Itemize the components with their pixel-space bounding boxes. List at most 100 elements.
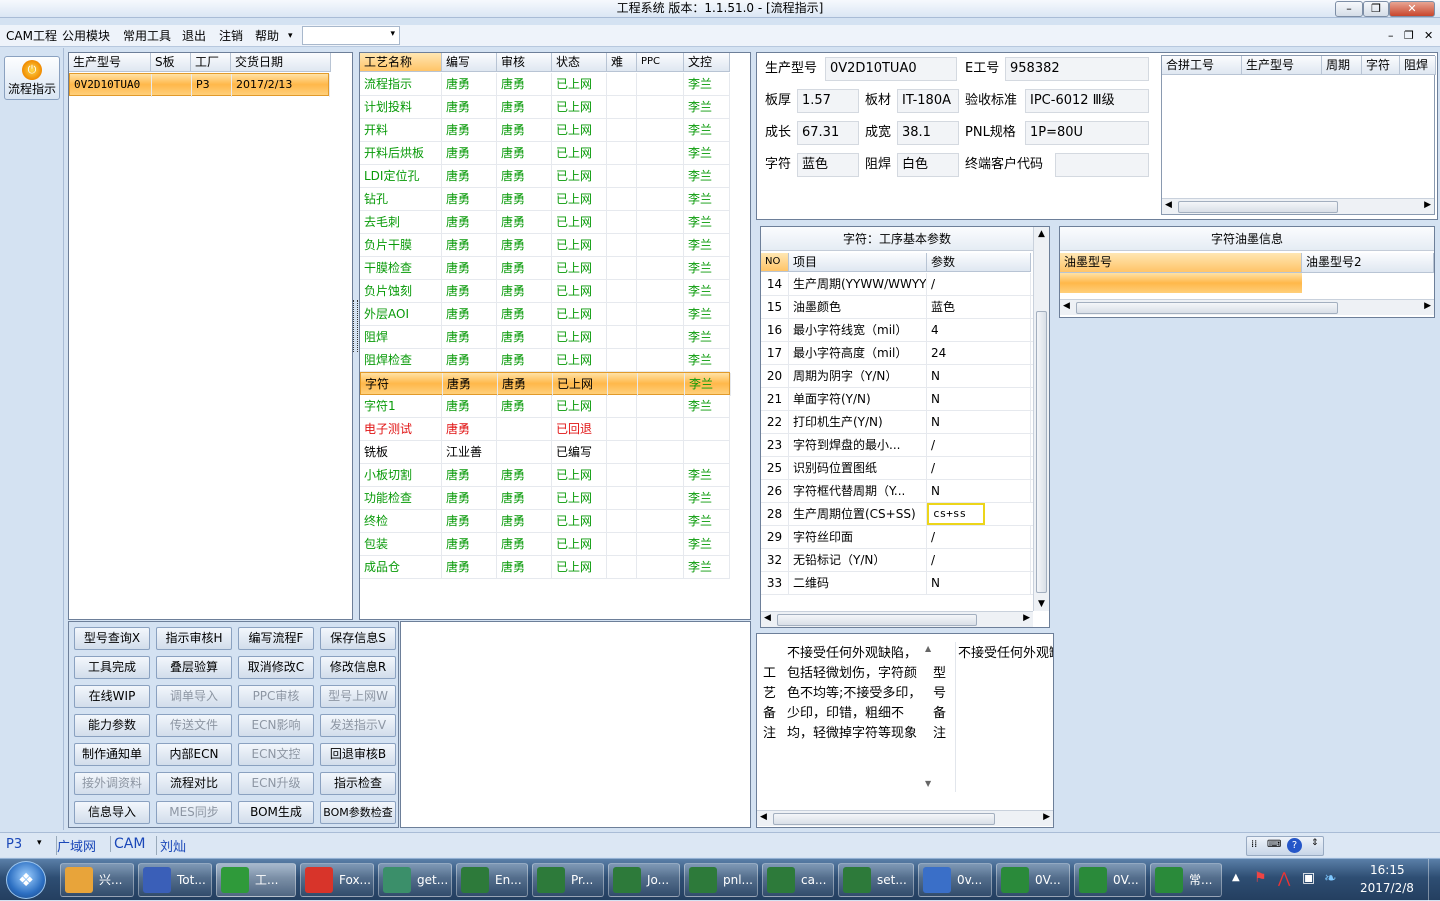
action-button-6-0[interactable]: 信息导入 bbox=[74, 801, 150, 824]
col-header-reviewer[interactable]: 审核 bbox=[497, 53, 552, 72]
factory-status[interactable]: P3 bbox=[6, 837, 22, 852]
language-bar[interactable]: ⁞⁞ ⌨ ? ⇕ bbox=[1246, 836, 1324, 856]
col-header-sboard[interactable]: S板 bbox=[151, 53, 191, 72]
keyboard-icon[interactable]: ⌨ bbox=[1267, 839, 1281, 850]
scroll-up-icon[interactable]: ▲ bbox=[1038, 229, 1045, 239]
table-row[interactable]: 32 无铅标记（Y/N） / bbox=[761, 549, 1033, 572]
param-value-cell[interactable]: N bbox=[927, 480, 1031, 503]
param-value-cell[interactable]: / bbox=[927, 273, 1031, 296]
table-row[interactable]: 计划投料 唐勇 唐勇 已上网 李兰 bbox=[360, 96, 730, 119]
scroll-left-icon[interactable]: ◀ bbox=[760, 812, 767, 822]
taskbar-item-0[interactable]: 兴... bbox=[60, 863, 134, 897]
taskbar-item-5[interactable]: En... bbox=[456, 863, 528, 897]
action-button-4-3[interactable]: 回退审核B bbox=[320, 743, 396, 766]
menu-tools[interactable]: 常用工具 bbox=[123, 28, 171, 44]
table-row[interactable]: 字符1 唐勇 唐勇 已上网 李兰 bbox=[360, 395, 730, 418]
table-row[interactable]: 钻孔 唐勇 唐勇 已上网 李兰 bbox=[360, 188, 730, 211]
action-button-5-0[interactable]: 接外调资料 bbox=[74, 772, 150, 795]
col-header-combine-cycle[interactable]: 周期 bbox=[1322, 56, 1362, 75]
action-button-0-3[interactable]: 保存信息S bbox=[320, 627, 396, 650]
table-row[interactable]: 21 单面字符(Y/N) N bbox=[761, 388, 1033, 411]
tray-expand-icon[interactable]: ▲ bbox=[1232, 872, 1240, 883]
taskbar-item-9[interactable]: ca... bbox=[762, 863, 834, 897]
scroll-thumb[interactable] bbox=[1076, 302, 1338, 314]
action-button-2-0[interactable]: 在线WIP bbox=[74, 685, 150, 708]
close-button[interactable]: ✕ bbox=[1389, 1, 1435, 17]
start-button[interactable]: ❖ bbox=[6, 861, 46, 899]
minimize-button[interactable]: – bbox=[1335, 1, 1363, 17]
clock-date[interactable]: 2017/2/8 bbox=[1360, 881, 1414, 895]
action-button-0-1[interactable]: 指示审核H bbox=[156, 627, 232, 650]
param-value-cell[interactable]: N bbox=[927, 388, 1031, 411]
taskbar-item-10[interactable]: set... bbox=[838, 863, 914, 897]
param-value-cell[interactable]: / bbox=[927, 434, 1031, 457]
table-row[interactable]: 电子测试 唐勇 已回退 bbox=[360, 418, 730, 441]
table-row[interactable]: 14 生产周期(YYWW/WWYY) / bbox=[761, 273, 1033, 296]
col-header-status[interactable]: 状态 bbox=[552, 53, 607, 72]
col-header-delivery-date[interactable]: 交货日期 bbox=[231, 53, 331, 72]
table-row[interactable]: 铣板 江业善 已编写 bbox=[360, 441, 730, 464]
table-row[interactable]: 阻焊检查 唐勇 唐勇 已上网 李兰 bbox=[360, 349, 730, 372]
table-row[interactable]: 去毛刺 唐勇 唐勇 已上网 李兰 bbox=[360, 211, 730, 234]
param-value-cell[interactable]: / bbox=[927, 526, 1031, 549]
action-button-0-0[interactable]: 型号查询X bbox=[74, 627, 150, 650]
scroll-down-icon[interactable]: ▼ bbox=[925, 779, 931, 788]
params-hscrollbar[interactable]: ◀ ▶ bbox=[761, 611, 1033, 627]
col-header-ink-model2[interactable]: 油墨型号2 bbox=[1302, 253, 1434, 273]
action-button-5-1[interactable]: 流程对比 bbox=[156, 772, 232, 795]
table-row[interactable]: 15 油墨颜色 蓝色 bbox=[761, 296, 1033, 319]
table-row[interactable]: 干膜检查 唐勇 唐勇 已上网 李兰 bbox=[360, 257, 730, 280]
param-value-cell[interactable]: cs+ss bbox=[927, 503, 985, 525]
action-button-4-1[interactable]: 内部ECN bbox=[156, 743, 232, 766]
col-header-combine-char[interactable]: 字符 bbox=[1362, 56, 1400, 75]
process-guide-button[interactable]: ⏻ 流程指示 bbox=[4, 56, 60, 100]
splitter-handle[interactable] bbox=[353, 300, 358, 352]
tray-app-icon[interactable]: ⋀ bbox=[1278, 869, 1290, 887]
scroll-left-icon[interactable]: ◀ bbox=[1063, 301, 1070, 311]
tray-network-icon[interactable]: ▣ bbox=[1302, 870, 1315, 886]
col-header-item[interactable]: 项目 bbox=[789, 253, 927, 272]
ink-selected-row[interactable] bbox=[1060, 273, 1302, 293]
action-button-2-3[interactable]: 型号上网W bbox=[320, 685, 396, 708]
taskbar-item-11[interactable]: 0v... bbox=[918, 863, 992, 897]
restore-button[interactable]: ❐ bbox=[1363, 1, 1389, 17]
table-row[interactable]: 外层AOI 唐勇 唐勇 已上网 李兰 bbox=[360, 303, 730, 326]
taskbar-item-2[interactable]: 工... bbox=[216, 863, 296, 897]
action-button-6-1[interactable]: MES同步 bbox=[156, 801, 232, 824]
action-button-3-3[interactable]: 发送指示V bbox=[320, 714, 396, 737]
table-row[interactable]: 23 字符到焊盘的最小... / bbox=[761, 434, 1033, 457]
action-button-4-0[interactable]: 制作通知单 bbox=[74, 743, 150, 766]
scroll-right-icon[interactable]: ▶ bbox=[1424, 301, 1431, 311]
mdi-minimize-icon[interactable]: – bbox=[1388, 28, 1394, 44]
scroll-thumb[interactable] bbox=[1036, 311, 1047, 593]
col-header-difficulty[interactable]: 难 bbox=[607, 53, 637, 72]
action-button-1-3[interactable]: 修改信息R bbox=[320, 656, 396, 679]
menu-help[interactable]: 帮助 bbox=[255, 28, 279, 44]
mdi-close-icon[interactable]: ✕ bbox=[1424, 28, 1433, 44]
ink-hscrollbar[interactable]: ◀ ▶ bbox=[1060, 299, 1434, 315]
chevron-down-icon[interactable]: ▾ bbox=[37, 838, 42, 848]
param-value-cell[interactable]: 4 bbox=[927, 319, 1031, 342]
taskbar-item-6[interactable]: Pr... bbox=[532, 863, 604, 897]
action-button-1-1[interactable]: 叠层验算 bbox=[156, 656, 232, 679]
param-value-cell[interactable]: N bbox=[927, 572, 1031, 595]
action-button-4-2[interactable]: ECN文控 bbox=[238, 743, 314, 766]
action-button-5-2[interactable]: ECN升级 bbox=[238, 772, 314, 795]
table-row[interactable]: LDI定位孔 唐勇 唐勇 已上网 李兰 bbox=[360, 165, 730, 188]
taskbar-item-7[interactable]: Jo... bbox=[608, 863, 680, 897]
taskbar-item-4[interactable]: get... bbox=[378, 863, 452, 897]
scroll-right-icon[interactable]: ▶ bbox=[1023, 613, 1030, 623]
action-button-5-3[interactable]: 指示检查 bbox=[320, 772, 396, 795]
table-row[interactable]: 17 最小字符高度（mil） 24 bbox=[761, 342, 1033, 365]
param-value-cell[interactable]: N bbox=[927, 365, 1031, 388]
col-header-process[interactable]: 工艺名称 bbox=[360, 53, 442, 72]
taskbar-item-14[interactable]: 常... bbox=[1150, 863, 1222, 897]
tray-volume-icon[interactable]: ❧ bbox=[1324, 869, 1337, 887]
param-value-cell[interactable]: 蓝色 bbox=[927, 296, 1031, 319]
taskbar-item-12[interactable]: 0V... bbox=[996, 863, 1070, 897]
action-button-2-1[interactable]: 调单导入 bbox=[156, 685, 232, 708]
action-button-1-0[interactable]: 工具完成 bbox=[74, 656, 150, 679]
action-button-0-2[interactable]: 编写流程F bbox=[238, 627, 314, 650]
show-desktop-button[interactable] bbox=[1428, 859, 1440, 901]
table-row[interactable]: 22 打印机生产(Y/N) N bbox=[761, 411, 1033, 434]
